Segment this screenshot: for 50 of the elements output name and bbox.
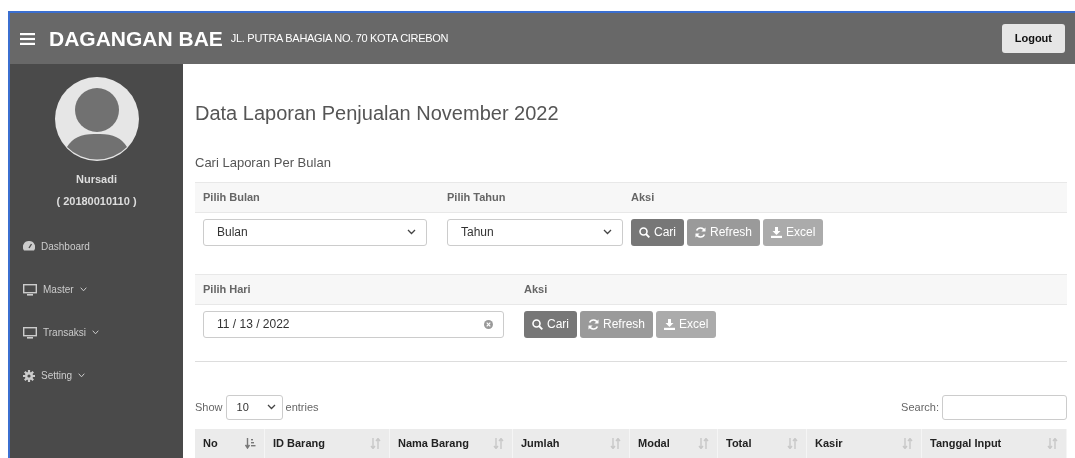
- search-icon: [639, 226, 650, 238]
- user-id: ( 20180010110 ): [55, 193, 138, 209]
- month-label: Pilih Bulan: [203, 190, 260, 203]
- search-button[interactable]: Cari: [631, 218, 684, 246]
- search-field[interactable]: [942, 394, 1067, 420]
- year-label: Pilih Tahun: [447, 190, 506, 203]
- sidebar-item[interactable]: Setting: [10, 354, 183, 397]
- gauge-icon: [23, 241, 35, 252]
- sidebar-item[interactable]: Master: [10, 268, 183, 311]
- download-icon: [771, 226, 783, 238]
- entries-label: entries: [285, 399, 319, 415]
- avatar-icon: [54, 77, 139, 161]
- column-header[interactable]: Jumlah: [513, 428, 630, 458]
- column-header[interactable]: No: [195, 428, 265, 458]
- month-select[interactable]: Bulan: [203, 218, 427, 246]
- chevron-down-icon: [407, 229, 416, 235]
- monitor-icon: [23, 283, 37, 296]
- action-label: Aksi: [524, 282, 548, 295]
- column-header[interactable]: Tanggal Input: [922, 428, 1067, 458]
- sidebar-item[interactable]: Dashboard: [10, 225, 183, 268]
- search-button[interactable]: Cari: [524, 310, 577, 338]
- settings-icon: [23, 369, 35, 382]
- show-label: Show: [195, 399, 223, 415]
- monitor-icon: [23, 326, 37, 339]
- brand-name: DAGANGAN BAE: [49, 25, 223, 52]
- refresh-icon: [588, 318, 599, 330]
- entries-select[interactable]: 10: [225, 394, 283, 420]
- chevron-down-icon: [266, 404, 276, 410]
- menu-icon[interactable]: [20, 32, 35, 45]
- page-title: Data Laporan Penjualan November 2022: [195, 101, 560, 125]
- user-name: Nursadi: [75, 172, 118, 187]
- date-field[interactable]: 11 / 13 / 2022: [203, 310, 504, 338]
- column-header[interactable]: Modal: [630, 428, 718, 458]
- column-header[interactable]: ID Barang: [265, 428, 390, 458]
- store-address: JL. PUTRA BAHAGIA NO. 70 KOTA CIREBON: [230, 31, 449, 47]
- column-header[interactable]: Nama Barang: [390, 428, 513, 458]
- year-select[interactable]: Tahun: [447, 218, 623, 246]
- day-label: Pilih Hari: [203, 282, 251, 295]
- column-header[interactable]: Total: [718, 428, 807, 458]
- chevron-down-icon: [603, 229, 612, 235]
- section-heading: Cari Laporan Per Bulan: [195, 154, 332, 172]
- search-label: Search:: [901, 399, 939, 415]
- clear-icon[interactable]: [484, 319, 493, 329]
- action-label: Aksi: [631, 190, 655, 203]
- sidebar-item[interactable]: Transaksi: [10, 311, 183, 354]
- download-icon: [664, 318, 676, 330]
- logout-button[interactable]: Logout: [1001, 24, 1065, 53]
- refresh-icon: [695, 226, 706, 238]
- column-header[interactable]: Kasir: [807, 428, 922, 458]
- search-icon: [532, 318, 543, 330]
